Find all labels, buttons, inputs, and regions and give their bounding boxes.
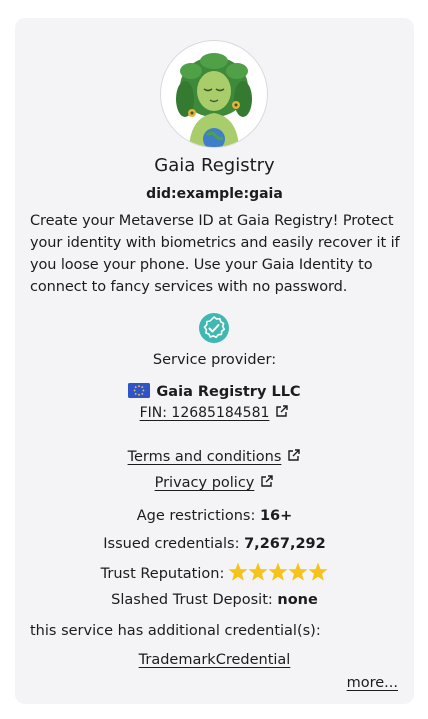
- service-card: Gaia Registry did:example:gaia Create yo…: [15, 18, 414, 704]
- star-icon: [228, 562, 248, 581]
- eu-flag-icon: [128, 383, 151, 398]
- issued-value: 7,267,292: [244, 536, 326, 552]
- slashed-value: none: [277, 592, 318, 608]
- trust-reputation-row: Trust Reputation:: [15, 562, 414, 582]
- age-value: 16+: [259, 508, 293, 524]
- star-icon: [248, 562, 268, 581]
- fin-row: FIN: 12685184581: [15, 404, 414, 421]
- age-restriction-row: Age restrictions: 16+: [15, 508, 414, 524]
- did-identifier: did:example:gaia: [146, 186, 283, 202]
- service-provider-label: Service provider:: [152, 352, 277, 368]
- slashed-deposit-row: Slashed Trust Deposit: none: [15, 592, 414, 608]
- gaia-avatar-icon: [176, 53, 252, 147]
- fin-link[interactable]: FIN: 12685184581: [140, 405, 270, 421]
- external-link-icon[interactable]: [275, 404, 289, 418]
- star-icon: [288, 562, 308, 581]
- external-link-icon[interactable]: [260, 474, 274, 488]
- service-title: Gaia Registry: [154, 155, 275, 176]
- slashed-label: Slashed Trust Deposit:: [111, 592, 273, 608]
- star-rating: [228, 562, 328, 581]
- credential-list: TrademarkCredential: [15, 652, 414, 668]
- terms-row: Terms and conditions: [15, 448, 414, 465]
- privacy-row: Privacy policy: [15, 474, 414, 491]
- more-link[interactable]: more...: [347, 675, 398, 691]
- issued-credentials-row: Issued credentials: 7,267,292: [15, 536, 414, 552]
- verified-badge-icon: [199, 313, 229, 343]
- additional-credentials-label: this service has additional credential(s…: [30, 623, 321, 639]
- age-label: Age restrictions:: [136, 508, 256, 524]
- privacy-link[interactable]: Privacy policy: [155, 475, 255, 491]
- terms-link[interactable]: Terms and conditions: [128, 449, 282, 465]
- provider-name: Gaia Registry LLC: [156, 384, 301, 400]
- star-icon: [268, 562, 288, 581]
- external-link-icon[interactable]: [287, 448, 301, 462]
- trust-label: Trust Reputation:: [100, 566, 225, 582]
- star-icon: [308, 562, 328, 581]
- service-description: Create your Metaverse ID at Gaia Registr…: [30, 213, 400, 295]
- avatar: [160, 40, 268, 148]
- provider-row: Gaia Registry LLC: [15, 383, 414, 400]
- credential-link[interactable]: TrademarkCredential: [139, 652, 291, 668]
- issued-label: Issued credentials:: [103, 536, 240, 552]
